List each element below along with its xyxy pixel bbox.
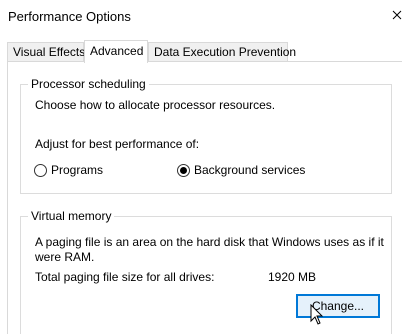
background-services-radio-label: Background services — [194, 163, 306, 177]
close-button[interactable] — [388, 4, 402, 26]
tab-strip: Visual Effects Advanced Data Execution P… — [7, 40, 402, 63]
change-button[interactable]: Change... — [296, 294, 380, 318]
programs-radio-circle — [34, 163, 47, 177]
adjust-label: Adjust for best performance of: — [35, 137, 200, 151]
window-title: Performance Options — [8, 9, 131, 24]
processor-scheduling-description: Choose how to allocate processor resourc… — [35, 98, 276, 112]
total-paging-label: Total paging file size for all drives: — [35, 270, 215, 284]
tab-dep-label: Data Execution Prevention — [154, 45, 297, 59]
total-paging-value: 1920 MB — [268, 270, 317, 284]
mouse-pointer-icon — [310, 304, 324, 325]
virtual-memory-legend: Virtual memory — [28, 209, 115, 223]
tab-advanced[interactable]: Advanced — [84, 40, 148, 63]
programs-radio[interactable]: Programs — [34, 163, 103, 177]
background-services-radio[interactable]: Background services — [177, 163, 305, 177]
processor-scheduling-legend: Processor scheduling — [28, 77, 149, 91]
programs-radio-label: Programs — [51, 163, 104, 177]
close-icon — [392, 10, 402, 20]
background-services-radio-circle — [177, 163, 190, 177]
tab-visual-effects[interactable]: Visual Effects — [7, 42, 86, 62]
virtual-memory-description-line2: were RAM. — [35, 250, 95, 264]
title-bar: Performance Options — [0, 0, 402, 32]
tab-data-execution-prevention[interactable]: Data Execution Prevention — [148, 42, 296, 62]
tab-advanced-label: Advanced — [90, 44, 144, 58]
tab-visual-effects-label: Visual Effects — [13, 45, 86, 59]
virtual-memory-description-line1: A paging file is an area on the hard dis… — [35, 235, 384, 249]
